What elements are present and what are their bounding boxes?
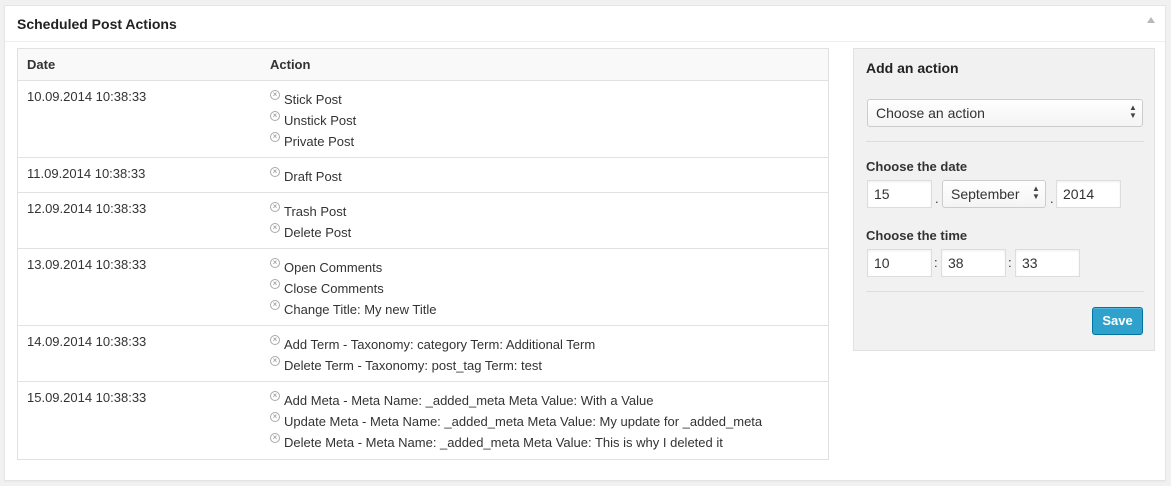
second-input[interactable]: 33 bbox=[1015, 249, 1080, 277]
table-row: 10.09.2014 10:38:33 × Stick Post × Unstick P… bbox=[18, 81, 828, 158]
action-item: × Delete Term - Taxonomy: post_tag Term: … bbox=[270, 355, 595, 376]
time-label: Choose the time bbox=[866, 228, 968, 243]
time-separator: : bbox=[934, 255, 938, 270]
action-label: Update Meta - Meta Name: _added_meta Met… bbox=[284, 414, 763, 429]
row-date: 14.09.2014 10:38:33 bbox=[27, 334, 147, 349]
table-row: 14.09.2014 10:38:33 × Add Term - Taxonomy:… bbox=[18, 326, 828, 382]
action-select-value: Choose an action bbox=[876, 105, 985, 121]
action-item: × Draft Post bbox=[270, 166, 342, 187]
action-select[interactable]: Choose an action ▲ ▼ bbox=[867, 99, 1143, 127]
row-actions: × Trash Post × Delete Post bbox=[270, 201, 351, 243]
select-arrows-icon: ▲ ▼ bbox=[1032, 184, 1040, 201]
remove-action-icon[interactable]: × bbox=[270, 202, 280, 212]
remove-action-icon[interactable]: × bbox=[270, 356, 280, 366]
action-label: Change Title: My new Title bbox=[284, 302, 437, 317]
action-item: × Stick Post bbox=[270, 89, 356, 110]
row-date: 12.09.2014 10:38:33 bbox=[27, 201, 147, 216]
action-label: Delete Term - Taxonomy: post_tag Term: t… bbox=[284, 358, 542, 373]
action-item: × Update Meta - Meta Name: _added_meta Me… bbox=[270, 411, 762, 432]
action-item: × Change Title: My new Title bbox=[270, 299, 436, 320]
month-select-value: September bbox=[951, 186, 1020, 202]
metabox-title: Scheduled Post Actions bbox=[17, 16, 177, 32]
divider bbox=[866, 291, 1144, 292]
column-header-date: Date bbox=[27, 57, 56, 72]
metabox-header[interactable]: Scheduled Post Actions bbox=[5, 6, 1165, 42]
year-input[interactable]: 2014 bbox=[1056, 180, 1121, 208]
row-date: 15.09.2014 10:38:33 bbox=[27, 390, 147, 405]
select-arrows-icon: ▲ ▼ bbox=[1129, 103, 1137, 120]
remove-action-icon[interactable]: × bbox=[270, 335, 280, 345]
minute-input[interactable]: 38 bbox=[941, 249, 1006, 277]
remove-action-icon[interactable]: × bbox=[270, 111, 280, 121]
remove-action-icon[interactable]: × bbox=[270, 300, 280, 310]
action-item: × Close Comments bbox=[270, 278, 436, 299]
remove-action-icon[interactable]: × bbox=[270, 132, 280, 142]
scheduled-post-actions-metabox: Scheduled Post Actions Date Action 10.09… bbox=[4, 5, 1166, 481]
action-item: × Add Term - Taxonomy: category Term: Add… bbox=[270, 334, 595, 355]
action-item: × Delete Meta - Meta Name: _added_meta Me… bbox=[270, 432, 762, 453]
date-label: Choose the date bbox=[866, 159, 968, 174]
table-header: Date Action bbox=[18, 49, 828, 81]
remove-action-icon[interactable]: × bbox=[270, 279, 280, 289]
hour-input[interactable]: 10 bbox=[867, 249, 932, 277]
action-label: Open Comments bbox=[284, 260, 383, 275]
hour-input-value: 10 bbox=[874, 255, 890, 271]
year-input-value: 2014 bbox=[1063, 186, 1095, 202]
scheduled-actions-table: Date Action 10.09.2014 10:38:33 × Stick Po… bbox=[17, 48, 829, 460]
action-label: Add Term - Taxonomy: category Term: Addi… bbox=[284, 337, 596, 352]
row-actions: × Stick Post × Unstick Post × Private Post bbox=[270, 89, 356, 152]
save-button[interactable]: Save bbox=[1092, 307, 1143, 335]
remove-action-icon[interactable]: × bbox=[270, 433, 280, 443]
remove-action-icon[interactable]: × bbox=[270, 90, 280, 100]
remove-action-icon[interactable]: × bbox=[270, 258, 280, 268]
collapse-arrow-icon[interactable] bbox=[1147, 17, 1155, 23]
day-input[interactable]: 15 bbox=[867, 180, 932, 208]
row-actions: × Add Term - Taxonomy: category Term: Add… bbox=[270, 334, 595, 376]
action-item: × Trash Post bbox=[270, 201, 351, 222]
action-item: × Delete Post bbox=[270, 222, 351, 243]
remove-action-icon[interactable]: × bbox=[270, 223, 280, 233]
remove-action-icon[interactable]: × bbox=[270, 167, 280, 177]
add-action-panel: Add an action Choose an action ▲ ▼ Choose… bbox=[853, 48, 1155, 351]
second-input-value: 33 bbox=[1022, 255, 1038, 271]
row-actions: × Add Meta - Meta Name: _added_meta Meta … bbox=[270, 390, 762, 453]
action-item: × Private Post bbox=[270, 131, 356, 152]
action-item: × Unstick Post bbox=[270, 110, 356, 131]
time-separator: : bbox=[1008, 255, 1012, 270]
action-label: Close Comments bbox=[284, 281, 384, 296]
action-item: × Open Comments bbox=[270, 257, 436, 278]
date-separator: . bbox=[935, 191, 939, 206]
action-label: Add Meta - Meta Name: _added_meta Meta V… bbox=[284, 393, 654, 408]
column-header-action: Action bbox=[270, 57, 311, 72]
action-label: Delete Post bbox=[284, 225, 352, 240]
minute-input-value: 38 bbox=[948, 255, 964, 271]
table-body: 10.09.2014 10:38:33 × Stick Post × Unstick P… bbox=[18, 81, 828, 459]
action-label: Unstick Post bbox=[284, 113, 357, 128]
table-row: 13.09.2014 10:38:33 × Open Comments × Close … bbox=[18, 249, 828, 326]
table-row: 15.09.2014 10:38:33 × Add Meta - Meta Name… bbox=[18, 382, 828, 459]
row-date: 11.09.2014 10:38:33 bbox=[27, 166, 146, 181]
row-date: 13.09.2014 10:38:33 bbox=[27, 257, 147, 272]
remove-action-icon[interactable]: × bbox=[270, 391, 280, 401]
action-item: × Add Meta - Meta Name: _added_meta Meta … bbox=[270, 390, 762, 411]
add-action-title: Add an action bbox=[866, 60, 959, 76]
action-label: Stick Post bbox=[284, 92, 342, 107]
date-separator: . bbox=[1050, 191, 1054, 206]
divider bbox=[866, 141, 1144, 142]
month-select[interactable]: September ▲ ▼ bbox=[942, 180, 1046, 208]
action-label: Trash Post bbox=[284, 204, 347, 219]
row-date: 10.09.2014 10:38:33 bbox=[27, 89, 147, 104]
action-label: Delete Meta - Meta Name: _added_meta Met… bbox=[284, 435, 723, 450]
row-actions: × Draft Post bbox=[270, 166, 342, 187]
day-input-value: 15 bbox=[874, 186, 890, 202]
action-label: Draft Post bbox=[284, 169, 342, 184]
row-actions: × Open Comments × Close Comments × Change Tit… bbox=[270, 257, 436, 320]
table-row: 11.09.2014 10:38:33 × Draft Post bbox=[18, 158, 828, 193]
remove-action-icon[interactable]: × bbox=[270, 412, 280, 422]
table-row: 12.09.2014 10:38:33 × Trash Post × Delete Po… bbox=[18, 193, 828, 249]
action-label: Private Post bbox=[284, 134, 355, 149]
